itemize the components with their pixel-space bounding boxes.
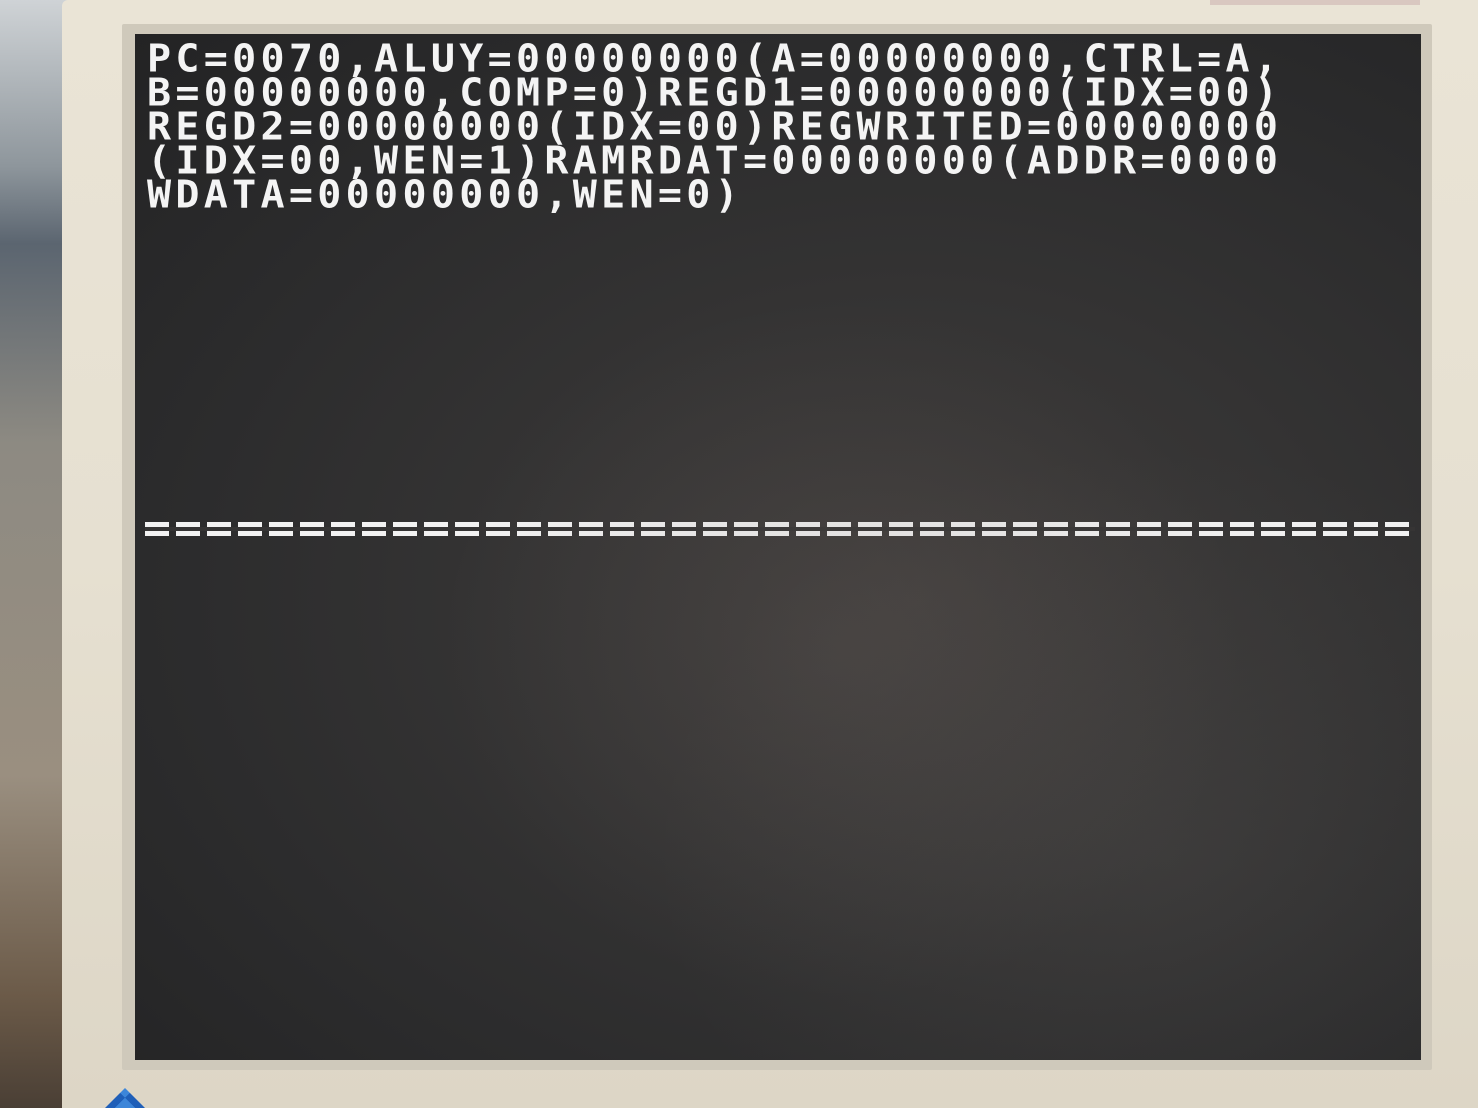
background-wall	[0, 0, 70, 1108]
photo-scene: PC=0070,ALUY=00000000(A=00000000,CTRL=A,…	[0, 0, 1478, 1108]
bezel-accent	[1210, 0, 1420, 5]
terminal-line-5: WDATA=00000000,WEN=0)	[147, 173, 744, 217]
separator-line	[145, 522, 1415, 536]
monitor-screen: PC=0070,ALUY=00000000(A=00000000,CTRL=A,…	[135, 34, 1421, 1060]
